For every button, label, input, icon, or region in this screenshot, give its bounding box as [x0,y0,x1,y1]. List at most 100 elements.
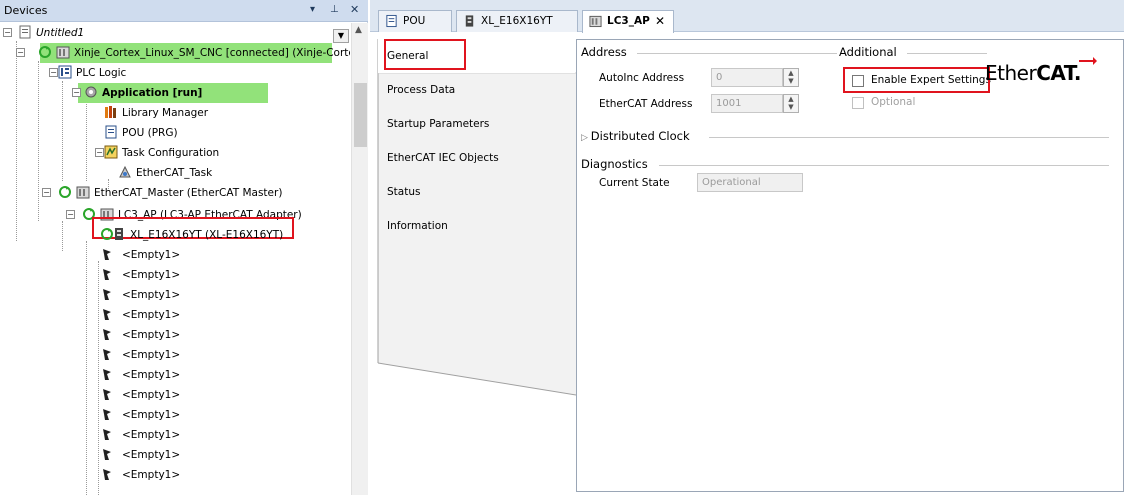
side-tab-label: Status [387,186,421,198]
pou-icon [105,125,117,139]
tree-item-pou[interactable]: POU (PRG) [104,123,178,143]
current-state-label: Current State [599,177,670,189]
tree-item-empty-slot[interactable]: <Empty1> [100,445,180,465]
tree-item-label: <Empty1> [122,349,181,361]
diagnostics-group-title: Diagnostics [581,157,648,171]
io-module-icon [115,228,123,240]
tree-item-ethercat-task[interactable]: EtherCAT_Task [118,163,212,183]
slot-icon [103,349,111,360]
optional-checkbox[interactable] [852,97,864,109]
editor-pane: POU XL_E16X16YT LC3_AP ✕ General Process… [370,0,1124,495]
slot-icon [103,409,111,420]
connected-icon [59,186,71,198]
slot-icon [103,269,111,280]
tree-item-label: <Empty1> [122,429,181,441]
tree-item-label: <Empty1> [122,389,181,401]
tree-item-label: Xinje_Cortex_Linux_SM_CNC [connected] (X… [74,47,350,59]
tree-item-label: <Empty1> [122,269,181,281]
slot-icon [103,469,111,480]
distributed-clock-expander[interactable]: ▷ Distributed Clock [581,129,690,143]
side-tab-label: Process Data [387,84,456,96]
expand-arrow-icon: ▷ [581,133,591,143]
slot-icon [103,369,111,380]
application-gear-icon [85,86,97,98]
tree-item-empty-slot[interactable]: <Empty1> [100,345,180,365]
tab-label: XL_E16X16YT [481,15,553,27]
tree-item-plc-logic[interactable]: − PLC Logic [49,63,126,83]
tree-item-label: Library Manager [122,107,209,119]
ethercat-address-spinner[interactable]: ▲ ▼ [783,94,799,113]
tree-item-ethercat-master[interactable]: − EtherCAT_Master (EtherCAT Master) [42,183,283,203]
tree-item-label: <Empty1> [122,309,181,321]
distributed-clock-title: Distributed Clock [590,129,690,143]
annotation-highlight [843,67,990,93]
autoinc-address-input[interactable]: 0 [711,68,783,87]
scroll-up-icon[interactable]: ▲ [355,25,362,35]
devices-title-bar: Devices ▾ ⊥ ✕ [0,0,368,22]
tab-lc3-ap[interactable]: LC3_AP ✕ [582,10,674,33]
tree-item-label: <Empty1> [122,289,181,301]
tree-item-empty-slot[interactable]: <Empty1> [100,265,180,285]
tree-dropdown-button[interactable]: ▼ [333,29,349,43]
devices-scrollbar[interactable]: ▲ [351,23,368,495]
project-icon [19,25,31,39]
side-tab-label: Startup Parameters [387,118,490,130]
ethercat-address-label: EtherCAT Address [599,98,693,110]
autoinc-spinner[interactable]: ▲ ▼ [783,68,799,87]
side-tab-status[interactable]: Status [378,175,575,209]
close-icon[interactable]: ✕ [350,3,359,16]
ethercat-logo-arrow-icon [1079,57,1097,65]
tree-item-label: <Empty1> [122,329,181,341]
tree-item-empty-slot[interactable]: <Empty1> [100,465,180,485]
tree-item-label: Application [run] [102,87,203,99]
tree-item-plc-device[interactable]: − Xinje_Cortex_Linux_SM_CNC [connected] … [16,43,350,63]
tree-item-empty-slot[interactable]: <Empty1> [100,365,180,385]
tree-item-empty-slot[interactable]: <Empty1> [100,385,180,405]
plc-logic-icon [58,65,72,79]
general-settings-panel: Address AutoInc Address 0 ▲ ▼ EtherCAT Ad… [576,39,1124,492]
tree-item-label: EtherCAT_Master (EtherCAT Master) [94,187,283,199]
task-config-icon [104,145,118,159]
ethercat-logo: EtherCAT. [985,57,1097,85]
side-tab-process-data[interactable]: Process Data [378,73,575,107]
tree-item-application[interactable]: − Application [run] [72,83,268,103]
autoinc-address-label: AutoInc Address [599,72,685,84]
tree-item-library-manager[interactable]: Library Manager [104,103,208,123]
tab-xl-e16x16yt[interactable]: XL_E16X16YT [456,10,578,32]
annotation-highlight [384,39,466,70]
task-icon [119,165,131,178]
scrollbar-thumb[interactable] [354,83,367,147]
tree-item-label: <Empty1> [122,369,181,381]
tab-label: POU [403,15,426,27]
side-tab-ethercat-iec-objects[interactable]: EtherCAT IEC Objects [378,141,575,175]
tree-item-empty-slot[interactable]: <Empty1> [100,405,180,425]
slot-icon [103,249,111,260]
tree-item-task-configuration[interactable]: − Task Configuration [95,143,219,163]
tree-item-label: <Empty1> [122,449,181,461]
tab-pou[interactable]: POU [378,10,452,32]
slot-icon [103,449,111,460]
tree-item-empty-slot[interactable]: <Empty1> [100,285,180,305]
side-tab-information[interactable]: Information [378,209,575,243]
slot-icon [103,289,111,300]
slot-icon [103,389,111,400]
tree-item-empty-slot[interactable]: <Empty1> [100,305,180,325]
tree-item-label: POU (PRG) [122,127,178,139]
dropdown-arrow-icon[interactable]: ▾ [310,4,315,15]
tree-item-empty-slot[interactable]: <Empty1> [100,325,180,345]
tree-item-empty-slot[interactable]: <Empty1> [100,425,180,445]
tree-item-label: EtherCAT_Task [136,167,213,179]
tree-item-xl-e16x16yt[interactable]: XL_E16X16YT (XL-E16X16YT) [100,225,283,245]
close-tab-icon[interactable]: ✕ [655,11,665,31]
device-tree: ▼ − Untitled1 − Xinje_Cortex_Linux_SM_CN… [0,23,350,495]
connected-icon [39,46,51,58]
slot-icon [103,309,111,320]
device-icon [56,46,70,59]
tree-item-label: <Empty1> [122,469,181,481]
ethercat-address-input[interactable]: 1001 [711,94,783,113]
slot-icon [103,329,111,340]
slot-icon [103,429,111,440]
side-tab-startup-parameters[interactable]: Startup Parameters [378,107,575,141]
tree-item-empty-slot[interactable]: <Empty1> [100,245,180,265]
pin-icon[interactable]: ⊥ [330,4,339,15]
